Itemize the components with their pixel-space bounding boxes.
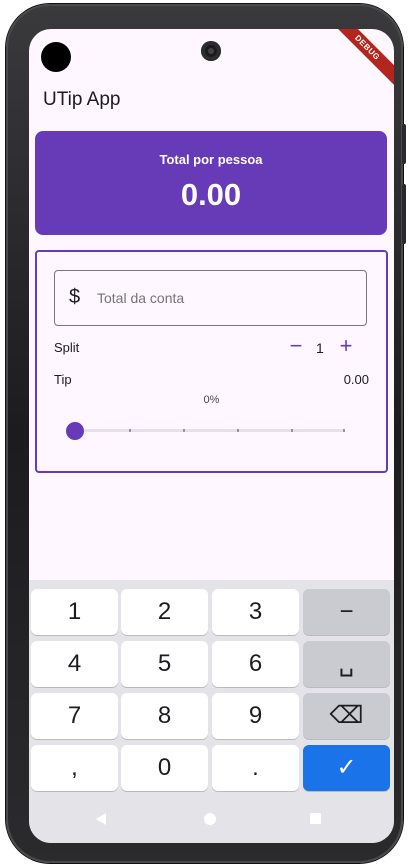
- slider-tick: [291, 429, 293, 432]
- slider-tick: [343, 429, 345, 432]
- key-4[interactable]: 4: [31, 641, 118, 687]
- key-3[interactable]: 3: [212, 589, 299, 635]
- slider-tick: [183, 429, 185, 432]
- bill-total-field[interactable]: $: [54, 270, 367, 326]
- key-1[interactable]: 1: [31, 589, 118, 635]
- phone-frame: DEBUG UTip App Total por pessoa 0.00 $ S…: [6, 4, 406, 863]
- tip-amount: 0.00: [343, 372, 369, 387]
- key-7[interactable]: 7: [31, 693, 118, 739]
- backspace-icon[interactable]: ⌫: [303, 693, 390, 739]
- key-0[interactable]: 0: [121, 745, 208, 791]
- numeric-keyboard: 1 2 3 − 4 5 6 ␣ 7 8 9 ⌫ , 0 . ✓: [29, 580, 394, 843]
- nav-home-icon[interactable]: [204, 813, 216, 825]
- status-dot: [41, 42, 71, 72]
- front-camera: [201, 41, 221, 61]
- tip-slider-track[interactable]: [75, 429, 345, 432]
- key-comma[interactable]: ,: [31, 745, 118, 791]
- split-increase-button[interactable]: +: [336, 335, 356, 357]
- nav-back-icon[interactable]: [96, 813, 106, 825]
- key-5[interactable]: 5: [121, 641, 208, 687]
- volume-button: [402, 124, 406, 164]
- key-2[interactable]: 2: [121, 589, 208, 635]
- app-title: UTip App: [43, 89, 121, 110]
- total-per-person-card: Total por pessoa 0.00: [35, 131, 387, 235]
- key-9[interactable]: 9: [212, 693, 299, 739]
- key-6[interactable]: 6: [212, 641, 299, 687]
- key-8[interactable]: 8: [121, 693, 208, 739]
- bill-form-card: $ Split − 1 + Tip 0.00 0%: [35, 250, 388, 473]
- slider-tick: [129, 429, 131, 432]
- slider-tick: [237, 429, 239, 432]
- split-label: Split: [54, 340, 80, 355]
- space-key[interactable]: ␣: [303, 641, 390, 687]
- tip-label: Tip: [54, 372, 72, 387]
- attach-money-icon: $: [69, 286, 81, 308]
- screen: DEBUG UTip App Total por pessoa 0.00 $ S…: [29, 29, 394, 843]
- bill-total-input[interactable]: [97, 290, 337, 306]
- key-period[interactable]: .: [212, 745, 299, 791]
- split-decrease-button[interactable]: −: [286, 335, 306, 357]
- done-check-icon[interactable]: ✓: [303, 745, 390, 791]
- power-button: [402, 184, 406, 244]
- split-value: 1: [316, 340, 324, 356]
- nav-recents-icon[interactable]: [310, 813, 321, 824]
- tip-percent-label: 0%: [203, 394, 220, 406]
- key-minus[interactable]: −: [303, 589, 390, 635]
- tip-slider-thumb[interactable]: [66, 422, 84, 440]
- total-per-person-value: 0.00: [180, 177, 242, 212]
- debug-banner: DEBUG: [323, 29, 394, 92]
- total-per-person-label: Total por pessoa: [159, 152, 263, 167]
